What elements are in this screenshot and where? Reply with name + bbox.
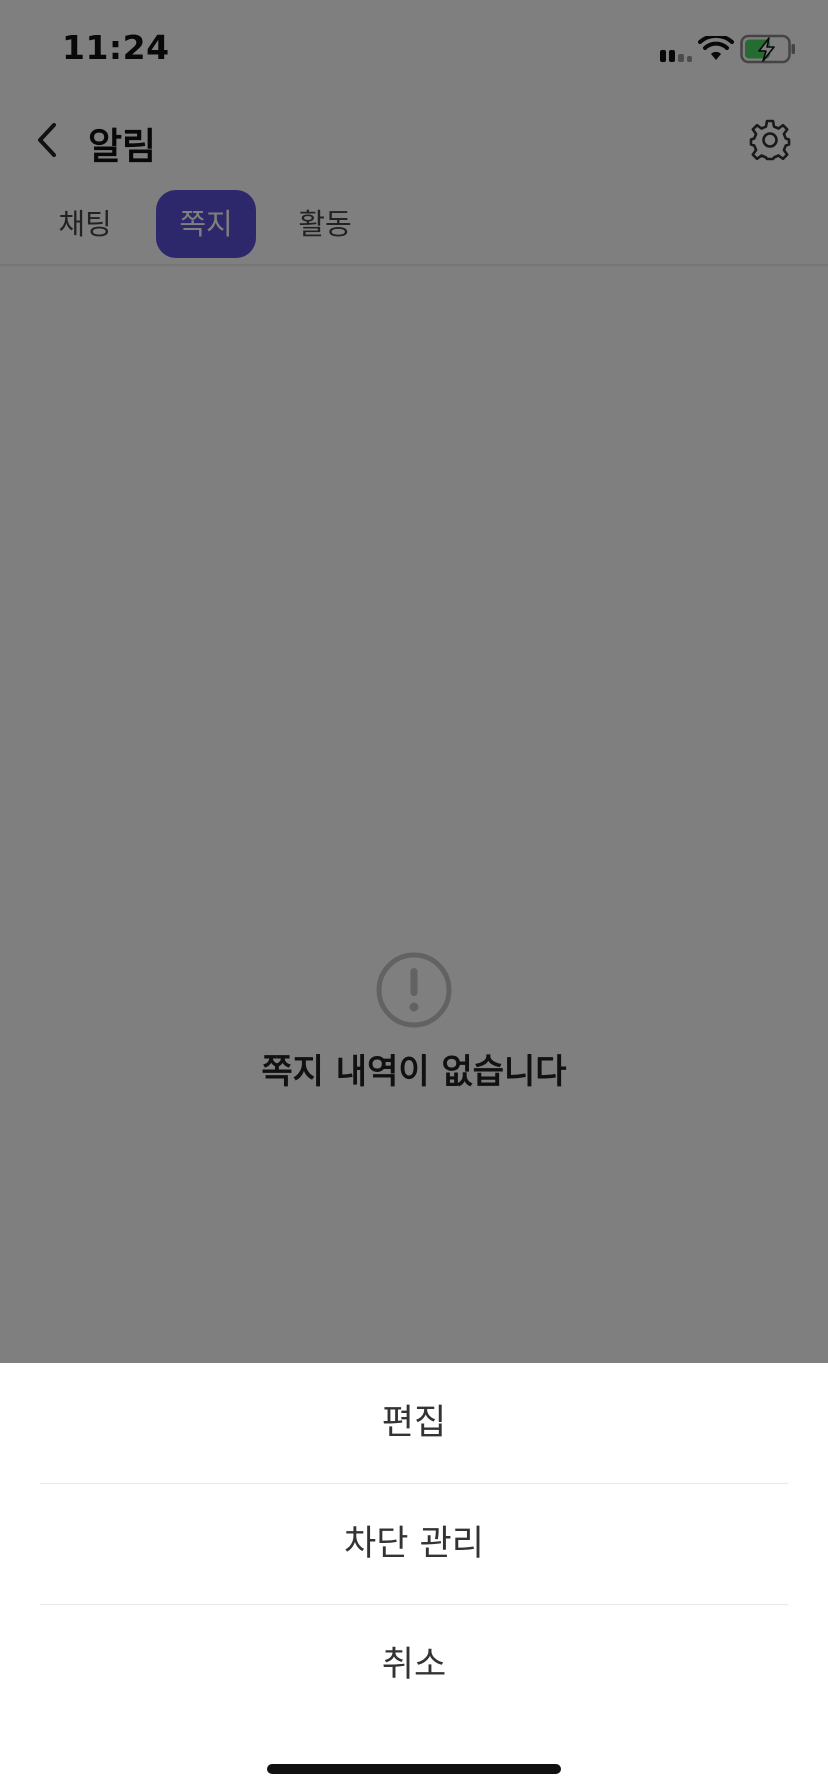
notifications-screen: 11:24 알림 bbox=[0, 0, 828, 1792]
home-indicator bbox=[267, 1764, 561, 1774]
block-management-button[interactable]: 차단 관리 bbox=[0, 1484, 828, 1604]
edit-button[interactable]: 편집 bbox=[0, 1363, 828, 1483]
action-sheet: 편집 차단 관리 취소 bbox=[0, 1363, 828, 1792]
cancel-button[interactable]: 취소 bbox=[0, 1605, 828, 1725]
